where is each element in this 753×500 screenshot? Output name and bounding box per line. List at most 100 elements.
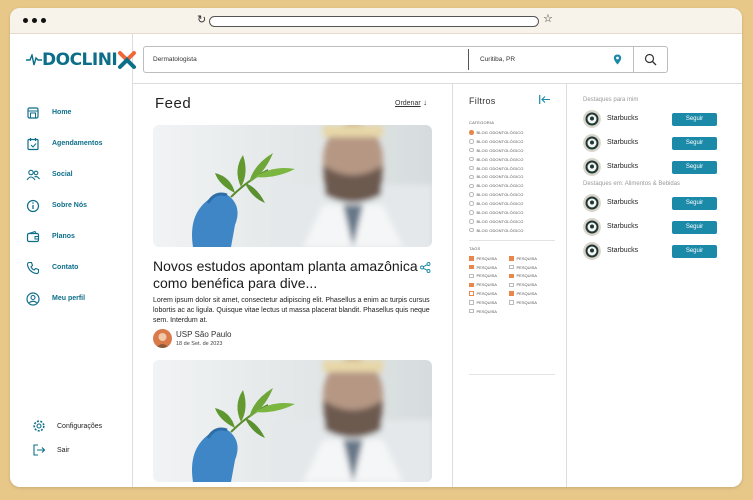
- tag-option[interactable]: PESQUISA: [509, 272, 549, 281]
- company-name[interactable]: Starbucks: [607, 199, 638, 206]
- radio-button[interactable]: [469, 156, 474, 162]
- radio-button[interactable]: [469, 183, 474, 189]
- tag-option[interactable]: PESQUISA: [469, 307, 509, 316]
- nav-item-agendamentos[interactable]: Agendamentos: [26, 128, 103, 159]
- follow-button[interactable]: Seguir: [672, 221, 717, 234]
- tag-option[interactable]: PESQUISA: [469, 280, 509, 289]
- app-logo[interactable]: DOCLINI: [26, 47, 137, 73]
- checkbox[interactable]: [469, 256, 474, 261]
- tag-option[interactable]: PESQUISA: [469, 272, 509, 281]
- specialty-input[interactable]: Dermatologista: [153, 56, 197, 63]
- window-dot[interactable]: [32, 18, 37, 23]
- sort-button[interactable]: Ordenar: [395, 100, 421, 107]
- tag-option[interactable]: PESQUISA: [469, 254, 509, 263]
- checkbox[interactable]: [509, 282, 514, 288]
- category-option[interactable]: BLOG ODONTOLÓGICO: [469, 199, 523, 208]
- follow-button[interactable]: Seguir: [672, 161, 717, 174]
- follow-button[interactable]: Seguir: [672, 245, 717, 258]
- checkbox[interactable]: [469, 308, 474, 314]
- category-option-label: BLOG ODONTOLÓGICO: [476, 165, 524, 171]
- nav-item-social[interactable]: Social: [26, 159, 103, 190]
- post-image[interactable]: [153, 125, 432, 247]
- checkbox[interactable]: [469, 300, 474, 305]
- checkbox[interactable]: [509, 291, 514, 296]
- nav-item-planos[interactable]: Planos: [26, 221, 103, 252]
- starbucks-logo-icon[interactable]: [583, 218, 601, 236]
- nav-item-home[interactable]: Home: [26, 97, 103, 128]
- company-name[interactable]: Starbucks: [607, 247, 638, 254]
- nav-item-sobre-nos[interactable]: Sobre Nós: [26, 190, 103, 221]
- arrow-down-icon[interactable]: ↓: [423, 98, 427, 107]
- radio-button[interactable]: [469, 227, 474, 233]
- radio-button[interactable]: [469, 165, 474, 171]
- follow-button[interactable]: Seguir: [672, 137, 717, 150]
- starbucks-logo-icon[interactable]: [583, 242, 601, 260]
- checkbox[interactable]: [509, 273, 514, 279]
- post-title[interactable]: Novos estudos apontam planta amazônica c…: [153, 258, 418, 292]
- category-option[interactable]: BLOG ODONTOLÓGICO: [469, 146, 523, 155]
- tag-option[interactable]: PESQUISA: [469, 263, 509, 272]
- search-icon[interactable]: [644, 53, 657, 66]
- address-bar[interactable]: [209, 16, 539, 27]
- window-dot[interactable]: [23, 18, 28, 23]
- category-option[interactable]: BLOG ODONTOLÓGICO: [469, 137, 523, 146]
- post-image[interactable]: [153, 360, 432, 482]
- nav-item-sair[interactable]: Sair: [32, 438, 102, 462]
- checkbox[interactable]: [469, 291, 474, 296]
- starbucks-logo-icon[interactable]: [583, 110, 601, 128]
- bookmark-star-icon[interactable]: ☆: [543, 13, 553, 25]
- tag-option[interactable]: PESQUISA: [509, 289, 549, 298]
- company-name[interactable]: Starbucks: [607, 223, 638, 230]
- company-name[interactable]: Starbucks: [607, 163, 638, 170]
- location-pin-icon[interactable]: [613, 54, 622, 65]
- radio-button[interactable]: [469, 201, 474, 206]
- checkbox[interactable]: [469, 264, 474, 270]
- radio-button[interactable]: [469, 130, 474, 135]
- category-option[interactable]: BLOG ODONTOLÓGICO: [469, 190, 523, 199]
- tag-option[interactable]: PESQUISA: [509, 280, 549, 289]
- follow-button[interactable]: Seguir: [672, 197, 717, 210]
- checkbox[interactable]: [509, 256, 514, 261]
- company-name[interactable]: Starbucks: [607, 115, 638, 122]
- company-name[interactable]: Starbucks: [607, 139, 638, 146]
- radio-button[interactable]: [469, 192, 474, 197]
- author-name[interactable]: USP São Paulo: [176, 330, 231, 339]
- starbucks-logo-icon[interactable]: [583, 194, 601, 212]
- collapse-panel-icon[interactable]: [539, 95, 550, 104]
- nav-item-configuracoes[interactable]: Configurações: [32, 414, 102, 438]
- tag-option[interactable]: PESQUISA: [509, 254, 549, 263]
- category-option[interactable]: BLOG ODONTOLÓGICO: [469, 128, 523, 137]
- category-option[interactable]: BLOG ODONTOLÓGICO: [469, 181, 523, 190]
- nav-item-contato[interactable]: Contato: [26, 252, 103, 283]
- nav-item-meu-perfil[interactable]: Meu perfil: [26, 283, 103, 314]
- radio-button[interactable]: [469, 219, 474, 224]
- reload-icon[interactable]: ↻: [197, 14, 206, 26]
- tag-option[interactable]: PESQUISA: [469, 298, 509, 307]
- category-option[interactable]: BLOG ODONTOLÓGICO: [469, 226, 523, 235]
- starbucks-logo-icon[interactable]: [583, 134, 601, 152]
- gear-icon: [33, 420, 45, 432]
- category-option[interactable]: BLOG ODONTOLÓGICO: [469, 208, 523, 217]
- window-controls[interactable]: [23, 18, 46, 23]
- window-dot[interactable]: [41, 18, 46, 23]
- follow-button[interactable]: Seguir: [672, 113, 717, 126]
- starbucks-logo-icon[interactable]: [583, 158, 601, 176]
- category-option[interactable]: BLOG ODONTOLÓGICO: [469, 164, 523, 173]
- checkbox[interactable]: [509, 264, 514, 270]
- radio-button[interactable]: [469, 210, 474, 215]
- share-icon[interactable]: [420, 262, 431, 273]
- tag-option[interactable]: PESQUISA: [509, 298, 549, 307]
- tag-option[interactable]: PESQUISA: [509, 263, 549, 272]
- author-avatar[interactable]: [153, 329, 172, 348]
- category-option[interactable]: BLOG ODONTOLÓGICO: [469, 172, 523, 181]
- radio-button[interactable]: [469, 139, 474, 144]
- checkbox[interactable]: [469, 273, 474, 279]
- category-option[interactable]: BLOG ODONTOLÓGICO: [469, 155, 523, 164]
- checkbox[interactable]: [469, 282, 474, 288]
- radio-button[interactable]: [469, 147, 474, 153]
- location-input[interactable]: Curitiba, PR: [480, 56, 515, 63]
- tag-option[interactable]: PESQUISA: [469, 289, 509, 298]
- radio-button[interactable]: [469, 174, 474, 180]
- checkbox[interactable]: [509, 300, 514, 305]
- category-option[interactable]: BLOG ODONTOLÓGICO: [469, 217, 523, 226]
